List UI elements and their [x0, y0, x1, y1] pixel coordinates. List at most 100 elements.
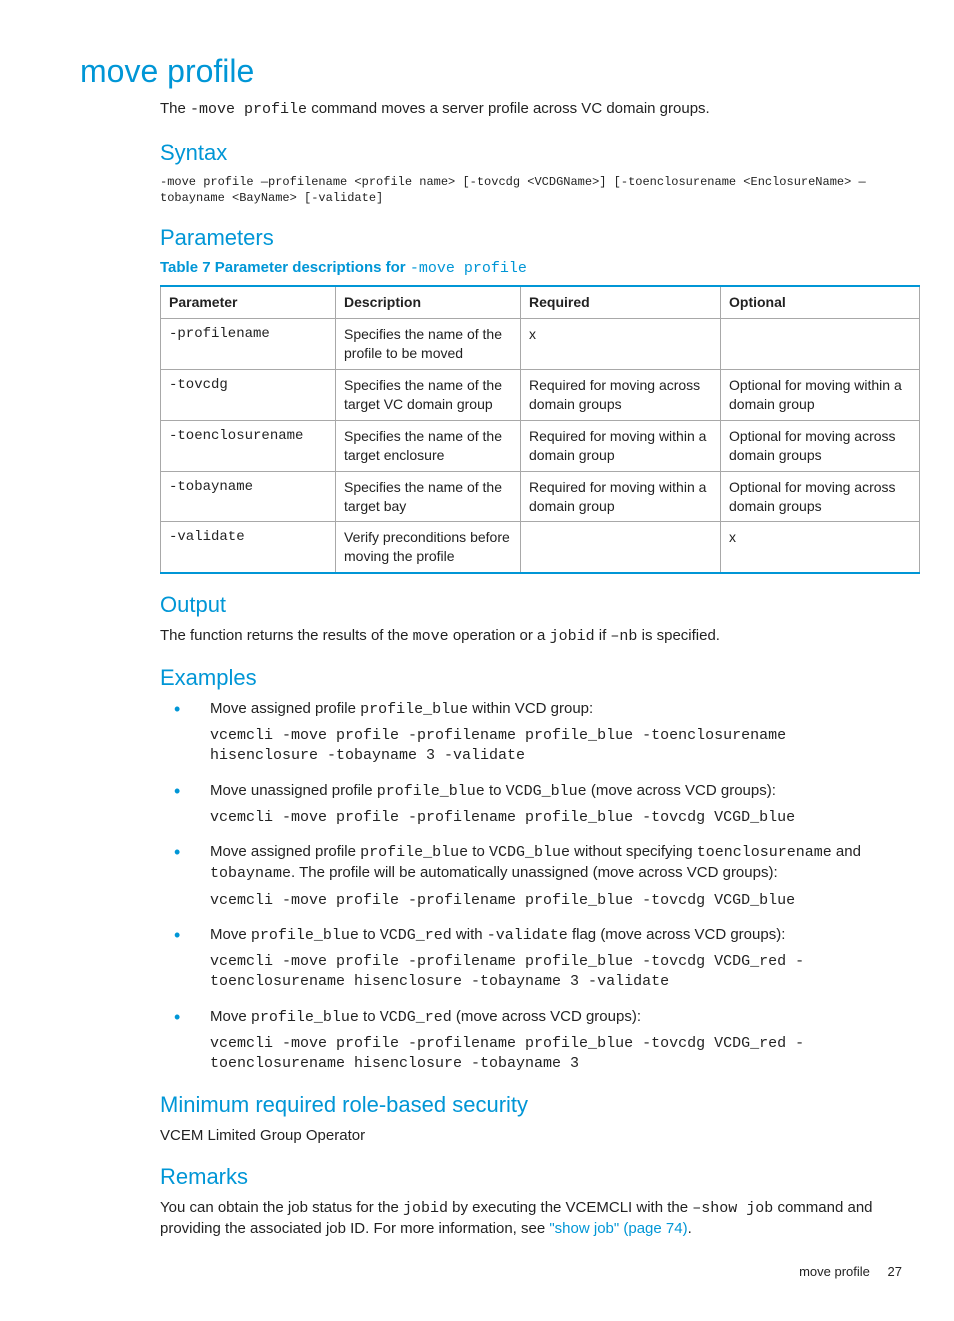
inline-text: (move across VCD groups): [452, 1008, 641, 1025]
param-name: -tobayname [161, 471, 336, 522]
example-command: vcemcli -move profile -profilename profi… [210, 952, 902, 993]
footer-label: move profile [799, 1264, 870, 1279]
param-name: -profilename [161, 319, 336, 370]
remarks-t1: You can obtain the job status for the [160, 1199, 403, 1216]
examples-heading: Examples [160, 663, 902, 693]
inline-code: tobayname [210, 865, 291, 882]
param-desc: Specifies the name of the target bay [336, 471, 521, 522]
inline-code: VCDG_red [380, 1009, 452, 1026]
param-optional: Optional for moving within a domain grou… [721, 370, 920, 421]
table-row: -profilenameSpecifies the name of the pr… [161, 319, 920, 370]
inline-text: . The profile will be automatically unas… [291, 864, 778, 881]
inline-text: Move assigned profile [210, 843, 360, 860]
param-desc: Specifies the name of the target enclosu… [336, 420, 521, 471]
remarks-t4: . [688, 1220, 692, 1237]
inline-text: to [468, 843, 489, 860]
list-item: Move assigned profile profile_blue withi… [160, 699, 902, 767]
output-c1: move [413, 628, 449, 645]
param-required: x [521, 319, 721, 370]
param-required: Required for moving within a domain grou… [521, 420, 721, 471]
inline-text: within VCD group: [468, 700, 593, 717]
inline-text: to [485, 782, 506, 799]
parameters-heading: Parameters [160, 223, 902, 253]
remarks-t2: by executing the VCEMCLI with the [448, 1199, 692, 1216]
syntax-heading: Syntax [160, 138, 902, 168]
inline-text: flag (move across VCD groups): [568, 926, 786, 943]
inline-code: profile_blue [377, 783, 485, 800]
table-row: -tovcdgSpecifies the name of the target … [161, 370, 920, 421]
list-item: Move profile_blue to VCDG_red with -vali… [160, 925, 902, 993]
inline-text: Move assigned profile [210, 700, 360, 717]
examples-list: Move assigned profile profile_blue withi… [160, 699, 902, 1075]
example-description: Move profile_blue to VCDG_red (move acro… [210, 1007, 902, 1028]
table-header-row: Parameter Description Required Optional [161, 286, 920, 318]
intro-post: command moves a server profile across VC… [307, 100, 710, 117]
intro-cmd: -move profile [190, 101, 307, 118]
output-t4: is specified. [637, 627, 720, 644]
intro-text: The -move profile command moves a server… [160, 99, 902, 120]
syntax-block: -move profile —profilename <profile name… [160, 174, 902, 206]
inline-code: -validate [487, 927, 568, 944]
output-t3: if [595, 627, 611, 644]
param-name: -validate [161, 522, 336, 573]
th-description: Description [336, 286, 521, 318]
param-name: -toenclosurename [161, 420, 336, 471]
output-text: The function returns the results of the … [160, 626, 902, 647]
table-caption: Table 7 Parameter descriptions for -move… [160, 258, 902, 279]
param-optional: Optional for moving across domain groups [721, 471, 920, 522]
param-required: Required for moving across domain groups [521, 370, 721, 421]
th-optional: Optional [721, 286, 920, 318]
inline-code: VCDG_blue [489, 844, 570, 861]
example-description: Move unassigned profile profile_blue to … [210, 781, 902, 802]
param-desc: Specifies the name of the target VC doma… [336, 370, 521, 421]
param-required [521, 522, 721, 573]
example-command: vcemcli -move profile -profilename profi… [210, 891, 902, 911]
inline-text: Move [210, 926, 251, 943]
remarks-heading: Remarks [160, 1162, 902, 1192]
example-description: Move profile_blue to VCDG_red with -vali… [210, 925, 902, 946]
th-parameter: Parameter [161, 286, 336, 318]
remarks-c1: jobid [403, 1200, 448, 1217]
th-required: Required [521, 286, 721, 318]
inline-code: VCDG_red [380, 927, 452, 944]
output-c3: –nb [610, 628, 637, 645]
param-desc: Verify preconditions before moving the p… [336, 522, 521, 573]
inline-text: to [359, 926, 380, 943]
inline-text: Move [210, 1008, 251, 1025]
example-command: vcemcli -move profile -profilename profi… [210, 808, 902, 828]
inline-text: (move across VCD groups): [587, 782, 776, 799]
footer-page-number: 27 [888, 1264, 902, 1279]
table-row: -validateVerify preconditions before mov… [161, 522, 920, 573]
inline-code: profile_blue [251, 1009, 359, 1026]
example-description: Move assigned profile profile_blue withi… [210, 699, 902, 720]
param-optional: Optional for moving across domain groups [721, 420, 920, 471]
inline-text: with [452, 926, 487, 943]
caption-cmd: -move profile [410, 260, 527, 277]
remarks-text: You can obtain the job status for the jo… [160, 1198, 902, 1240]
page-title: move profile [80, 50, 902, 93]
inline-code: profile_blue [360, 844, 468, 861]
inline-text: to [359, 1008, 380, 1025]
min-role-text: VCEM Limited Group Operator [160, 1126, 902, 1146]
list-item: Move assigned profile profile_blue to VC… [160, 842, 902, 911]
example-description: Move assigned profile profile_blue to VC… [210, 842, 902, 885]
param-name: -tovcdg [161, 370, 336, 421]
output-t2: operation or a [449, 627, 550, 644]
page-footer: move profile 27 [52, 1263, 902, 1281]
inline-code: VCDG_blue [506, 783, 587, 800]
inline-code: profile_blue [251, 927, 359, 944]
param-optional: x [721, 522, 920, 573]
list-item: Move profile_blue to VCDG_red (move acro… [160, 1007, 902, 1075]
inline-code: toenclosurename [697, 844, 832, 861]
intro-pre: The [160, 100, 190, 117]
output-heading: Output [160, 590, 902, 620]
table-row: -tobaynameSpecifies the name of the targ… [161, 471, 920, 522]
inline-text: and [832, 843, 861, 860]
param-optional [721, 319, 920, 370]
remarks-link[interactable]: "show job" (page 74) [549, 1220, 687, 1237]
inline-code: profile_blue [360, 701, 468, 718]
output-t1: The function returns the results of the [160, 627, 413, 644]
output-c2: jobid [550, 628, 595, 645]
inline-text: Move unassigned profile [210, 782, 377, 799]
list-item: Move unassigned profile profile_blue to … [160, 781, 902, 829]
